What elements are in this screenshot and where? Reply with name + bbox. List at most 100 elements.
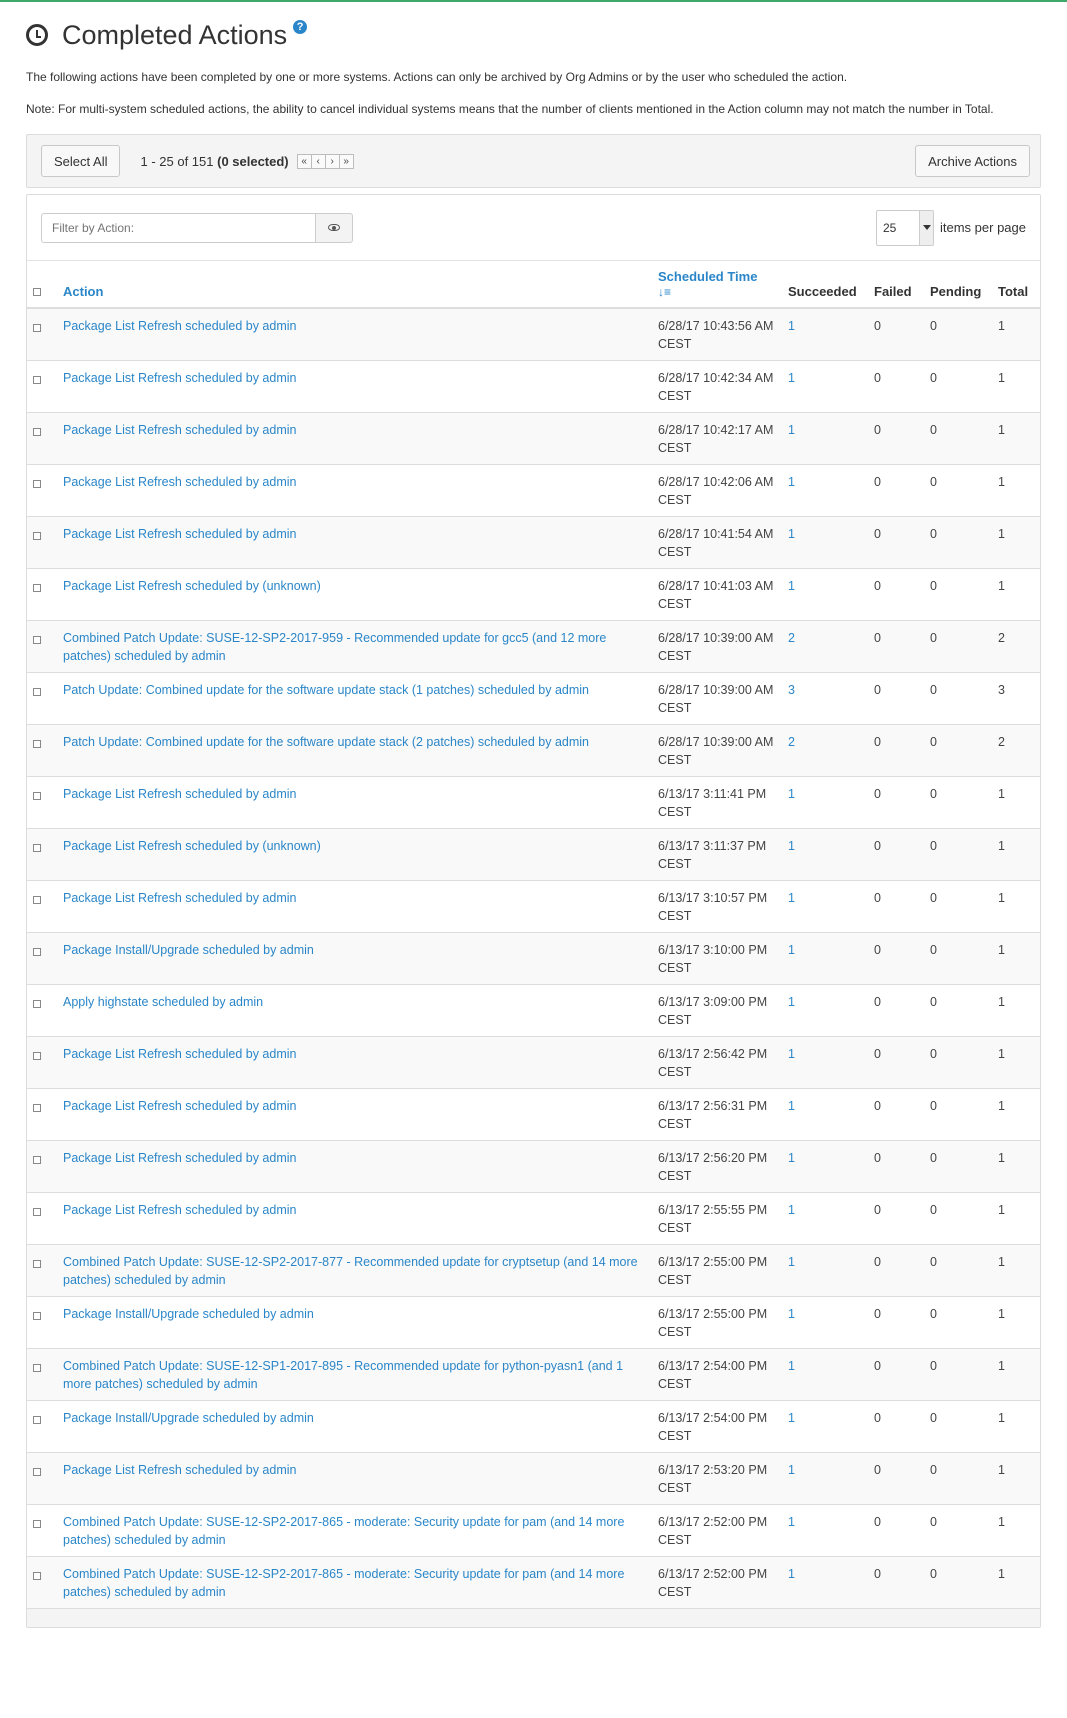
row-checkbox[interactable]: [33, 948, 41, 956]
action-link[interactable]: Combined Patch Update: SUSE-12-SP2-2017-…: [63, 1567, 624, 1599]
filter-input[interactable]: [41, 212, 315, 243]
action-link[interactable]: Combined Patch Update: SUSE-12-SP2-2017-…: [63, 1515, 624, 1547]
scheduled-time-cell: 6/13/17 2:56:20 PM CEST: [652, 1140, 782, 1193]
archive-actions-button[interactable]: Archive Actions: [915, 145, 1030, 177]
action-link[interactable]: Package List Refresh scheduled by admin: [63, 1099, 296, 1113]
next-page-button[interactable]: ›: [324, 153, 340, 169]
last-page-button[interactable]: »: [338, 153, 354, 169]
succeeded-link[interactable]: 1: [788, 1463, 795, 1477]
action-link[interactable]: Combined Patch Update: SUSE-12-SP1-2017-…: [63, 1359, 623, 1391]
pending-cell: 0: [930, 1047, 937, 1061]
succeeded-link[interactable]: 1: [788, 891, 795, 905]
pending-cell: 0: [924, 308, 992, 361]
action-column-header[interactable]: Action: [57, 261, 652, 309]
succeeded-link[interactable]: 1: [788, 579, 795, 593]
row-checkbox[interactable]: [33, 1312, 41, 1320]
action-link[interactable]: Package List Refresh scheduled by admin: [63, 319, 296, 333]
first-page-button[interactable]: «: [296, 153, 312, 169]
total-cell: 1: [992, 1348, 1040, 1401]
succeeded-link[interactable]: 2: [788, 631, 795, 645]
action-link[interactable]: Package List Refresh scheduled by admin: [63, 1203, 296, 1217]
row-checkbox[interactable]: [33, 376, 41, 384]
succeeded-link[interactable]: 1: [788, 371, 795, 385]
action-link[interactable]: Package List Refresh scheduled by admin: [63, 475, 296, 489]
row-checkbox[interactable]: [33, 740, 41, 748]
row-checkbox[interactable]: [33, 324, 41, 332]
action-link[interactable]: Package List Refresh scheduled by admin: [63, 1047, 296, 1061]
failed-cell: 0: [874, 1099, 881, 1113]
action-link[interactable]: Package List Refresh scheduled by (unkno…: [63, 839, 321, 853]
row-checkbox[interactable]: [33, 896, 41, 904]
help-icon[interactable]: ?: [293, 20, 308, 34]
row-checkbox[interactable]: [33, 480, 41, 488]
pending-cell: 0: [924, 776, 992, 829]
row-checkbox[interactable]: [33, 792, 41, 800]
row-checkbox[interactable]: [33, 1364, 41, 1372]
row-checkbox[interactable]: [33, 1000, 41, 1008]
row-checkbox[interactable]: [33, 1520, 41, 1528]
succeeded-link[interactable]: 1: [788, 839, 795, 853]
pending-cell: 0: [924, 1296, 992, 1349]
succeeded-link[interactable]: 1: [788, 995, 795, 1009]
row-checkbox[interactable]: [33, 1468, 41, 1476]
succeeded-link[interactable]: 1: [788, 423, 795, 437]
action-link[interactable]: Package List Refresh scheduled by admin: [63, 1151, 296, 1165]
action-link[interactable]: Apply highstate scheduled by admin: [63, 995, 263, 1009]
succeeded-link[interactable]: 3: [788, 683, 795, 697]
action-cell: Package List Refresh scheduled by admin: [57, 1036, 652, 1089]
row-checkbox[interactable]: [33, 1052, 41, 1060]
action-link[interactable]: Package List Refresh scheduled by admin: [63, 423, 296, 437]
succeeded-link[interactable]: 1: [788, 787, 795, 801]
action-link[interactable]: Package Install/Upgrade scheduled by adm…: [63, 1411, 314, 1425]
row-checkbox[interactable]: [33, 1572, 41, 1580]
scheduled-time-column-header[interactable]: Scheduled Time ↓≡: [652, 261, 782, 309]
total-cell: 1: [998, 1151, 1005, 1165]
row-checkbox[interactable]: [33, 1208, 41, 1216]
row-checkbox[interactable]: [33, 532, 41, 540]
action-link[interactable]: Patch Update: Combined update for the so…: [63, 683, 589, 697]
succeeded-link[interactable]: 1: [788, 943, 795, 957]
succeeded-link[interactable]: 1: [788, 1307, 795, 1321]
action-link[interactable]: Package List Refresh scheduled by admin: [63, 787, 296, 801]
action-link[interactable]: Combined Patch Update: SUSE-12-SP2-2017-…: [63, 631, 606, 663]
action-link[interactable]: Package List Refresh scheduled by admin: [63, 1463, 296, 1477]
per-page-select[interactable]: 25: [876, 209, 934, 246]
succeeded-link[interactable]: 1: [788, 1411, 795, 1425]
action-link[interactable]: Package List Refresh scheduled by admin: [63, 527, 296, 541]
row-checkbox[interactable]: [33, 636, 41, 644]
succeeded-link[interactable]: 1: [788, 1047, 795, 1061]
succeeded-link[interactable]: 1: [788, 319, 795, 333]
row-checkbox[interactable]: [33, 1156, 41, 1164]
row-checkbox[interactable]: [33, 1104, 41, 1112]
succeeded-link[interactable]: 1: [788, 1151, 795, 1165]
succeeded-link[interactable]: 1: [788, 527, 795, 541]
succeeded-link[interactable]: 1: [788, 475, 795, 489]
action-cell: Package List Refresh scheduled by admin: [57, 516, 652, 569]
action-link[interactable]: Patch Update: Combined update for the so…: [63, 735, 589, 749]
select-all-button[interactable]: Select All: [41, 145, 121, 177]
action-link[interactable]: Package Install/Upgrade scheduled by adm…: [63, 943, 314, 957]
row-checkbox[interactable]: [33, 688, 41, 696]
row-checkbox[interactable]: [33, 1416, 41, 1424]
row-checkbox[interactable]: [33, 584, 41, 592]
prev-page-button[interactable]: ‹: [310, 153, 326, 169]
succeeded-link[interactable]: 1: [788, 1203, 795, 1217]
failed-cell: 0: [874, 683, 881, 697]
succeeded-link[interactable]: 1: [788, 1567, 795, 1581]
action-link[interactable]: Package Install/Upgrade scheduled by adm…: [63, 1307, 314, 1321]
action-link[interactable]: Package List Refresh scheduled by admin: [63, 891, 296, 905]
action-link[interactable]: Package List Refresh scheduled by (unkno…: [63, 579, 321, 593]
select-all-checkbox[interactable]: [33, 288, 41, 296]
action-link[interactable]: Package List Refresh scheduled by admin: [63, 371, 296, 385]
succeeded-link[interactable]: 1: [788, 1515, 795, 1529]
succeeded-link[interactable]: 1: [788, 1255, 795, 1269]
row-checkbox-cell: [27, 412, 57, 465]
action-link[interactable]: Combined Patch Update: SUSE-12-SP2-2017-…: [63, 1255, 638, 1287]
succeeded-link[interactable]: 1: [788, 1099, 795, 1113]
row-checkbox[interactable]: [33, 428, 41, 436]
succeeded-link[interactable]: 1: [788, 1359, 795, 1373]
filter-button[interactable]: [315, 212, 353, 243]
row-checkbox[interactable]: [33, 844, 41, 852]
succeeded-link[interactable]: 2: [788, 735, 795, 749]
row-checkbox[interactable]: [33, 1260, 41, 1268]
